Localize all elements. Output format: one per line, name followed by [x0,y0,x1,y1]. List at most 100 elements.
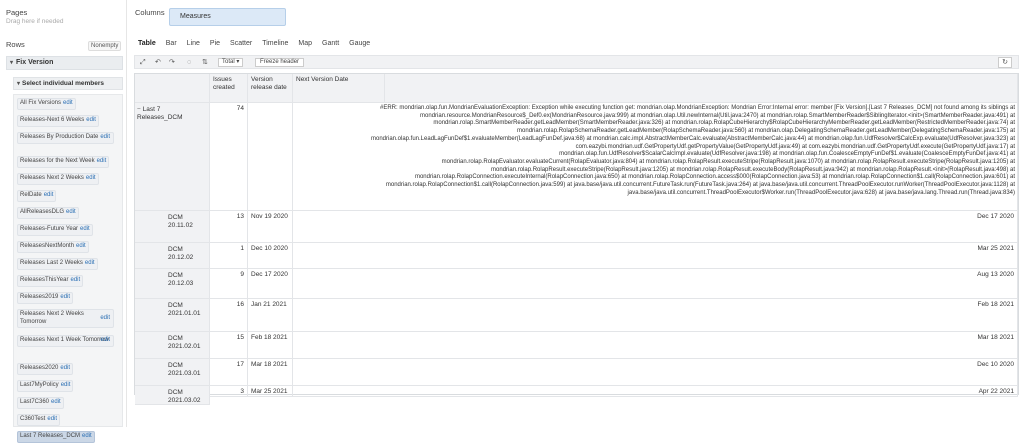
release-date-text: Dec 17 2020 [251,271,288,278]
column-header-label: Issues created [213,76,235,91]
member-item[interactable]: C360Test edit [17,414,61,426]
issues-value-text: 13 [236,213,244,220]
member-edit-link[interactable]: edit [100,315,110,323]
refresh-icon[interactable]: ↻ [998,57,1012,68]
issues-value-text: 74 [236,105,244,112]
sort-icon[interactable]: ⇅ [202,58,208,67]
comment-icon[interactable]: ◌ [187,58,191,67]
member-edit-link[interactable]: edit [63,100,73,106]
member-item[interactable]: Releases2020 edit [17,363,74,375]
tab-gauge[interactable]: Gauge [349,40,370,51]
member-edit-link[interactable]: edit [100,134,110,142]
member-item[interactable]: Releases By Production Date edit [17,132,114,144]
member-edit-link[interactable]: edit [86,117,96,123]
member-edit-link[interactable]: edit [86,175,96,181]
member-edit-link[interactable]: edit [51,399,61,405]
pages-drop-hint[interactable]: Drag here if needed [6,18,63,25]
next-date-text: Dec 17 2020 [977,213,1014,220]
error-line: mondrian.resource.MondrianResource$_Def0… [420,112,1015,119]
member-item[interactable]: Releases for the Next Week edit [17,156,110,168]
results-table: Issues created Version release date Next V… [134,73,1019,405]
measures-dimension-chip[interactable]: Measures [169,8,286,26]
member-item[interactable]: Releases Last 2 Weeks edit [17,258,98,270]
issues-value-text: 16 [236,301,244,308]
member-label: Last7C360 [20,399,50,405]
member-item[interactable]: Releases Next 2 Weeks Tomorrow edit [17,309,114,328]
member-item[interactable]: Last 7 Releases_DCM edit [17,431,95,443]
member-label: Releases2020 [20,365,59,371]
error-line: mondrian.rolap.RolapResult.executeStripe… [491,166,1015,173]
left-panel: Pages Drag here if needed Rows Nonempty … [0,0,127,443]
member-item[interactable]: Releases-Next 6 Weeks edit [17,115,99,127]
next-date-text: Apr 22 2021 [978,388,1014,395]
member-item[interactable]: ReleasesNextMonth edit [17,241,89,253]
member-label: Last 7 Releases_DCM [20,433,81,439]
select-members-header[interactable]: ▾ Select individual members [13,77,123,90]
member-edit-link[interactable]: edit [80,226,90,232]
member-label: RelDate [20,192,42,198]
tab-table[interactable]: Table [138,40,156,51]
freeze-header-button[interactable]: Freeze header [255,58,305,67]
issues-value: 17 [210,359,248,386]
column-header: Issues created [210,74,248,103]
member-edit-link[interactable]: edit [85,260,95,266]
member-item[interactable]: RelDate edit [17,190,57,202]
tab-scatter[interactable]: Scatter [230,40,252,51]
release-date-value: Dec 17 2020 [248,269,293,299]
total-label: Total [222,59,235,65]
member-edit-link[interactable]: edit [60,365,70,371]
member-item[interactable]: Last7C360 edit [17,397,64,409]
release-date-text: Jan 21 2021 [251,301,287,308]
nonempty-toggle[interactable]: Nonempty [88,41,122,51]
caret-down-icon: ▾ [17,81,21,87]
member-item[interactable]: Releases Next 2 Weeks edit [17,173,99,185]
columns-section-title: Columns [135,8,165,17]
member-item[interactable]: Releases Next 1 Week Tomorrow edit [17,335,114,347]
tab-map[interactable]: Map [298,40,312,51]
tab-gantt[interactable]: Gantt [322,40,339,51]
member-label: Releases-Future Year [20,226,79,232]
release-date-value: Mar 18 2021 [248,359,293,386]
row-label: DCM 20.11.02 [168,214,193,229]
member-edit-link[interactable]: edit [97,158,107,164]
row-header: DCM 20.11.02 [135,211,210,243]
member-edit-link[interactable]: edit [60,294,70,300]
member-label: Releases Last 2 Weeks [20,260,83,266]
error-line: mondrian.rolap.RolapEvaluator.evaluateCu… [441,158,1015,165]
member-edit-link[interactable]: edit [82,433,92,439]
member-edit-link[interactable]: edit [47,416,57,422]
member-edit-link[interactable]: edit [70,277,80,283]
member-edit-link[interactable]: edit [44,192,54,198]
expand-icon[interactable]: ⤢ [140,58,146,67]
tab-bar[interactable]: Bar [166,40,177,51]
member-item[interactable]: Releases2019 edit [17,292,74,304]
release-date-value [248,103,293,211]
member-label: Releases2019 [20,294,59,300]
tab-pie[interactable]: Pie [210,40,220,51]
next-date-text: Mar 18 2021 [977,334,1015,341]
total-select[interactable]: Total ▾ [218,58,244,67]
release-date-text: Mar 18 2021 [251,361,288,368]
member-edit-link[interactable]: edit [76,243,86,249]
member-item[interactable]: Last7MyPolicy edit [17,380,74,392]
undo-icon[interactable]: ↶ [155,58,161,67]
member-item[interactable]: ReleasesThisYear edit [17,275,84,287]
tab-line[interactable]: Line [187,40,200,51]
member-item[interactable]: All Fix Versions edit [17,98,76,110]
redo-icon[interactable]: ↷ [169,58,175,67]
release-date-text: Nov 19 2020 [251,213,288,220]
dimension-header-fix-version[interactable]: ▾ Fix Version [6,56,123,70]
release-date-value: Nov 19 2020 [248,211,293,243]
member-item[interactable]: AllReleasesDLG edit [17,207,79,219]
member-item[interactable]: Releases-Future Year edit [17,224,93,236]
next-date-value: Dec 17 2020 [293,211,1018,243]
main-area: Columns Measures Table Bar Line Pie Scatter T… [128,0,1023,427]
tab-timeline[interactable]: Timeline [262,40,288,51]
member-edit-link[interactable]: edit [66,209,76,215]
issues-value-text: 9 [240,271,244,278]
column-header-label: Version release date [251,76,287,91]
member-edit-link[interactable]: edit [100,337,110,345]
row-header: DCM 2021.01.01 [135,299,210,332]
row-header-parent: − Last 7 Releases_DCM [135,103,210,211]
member-edit-link[interactable]: edit [61,382,71,388]
